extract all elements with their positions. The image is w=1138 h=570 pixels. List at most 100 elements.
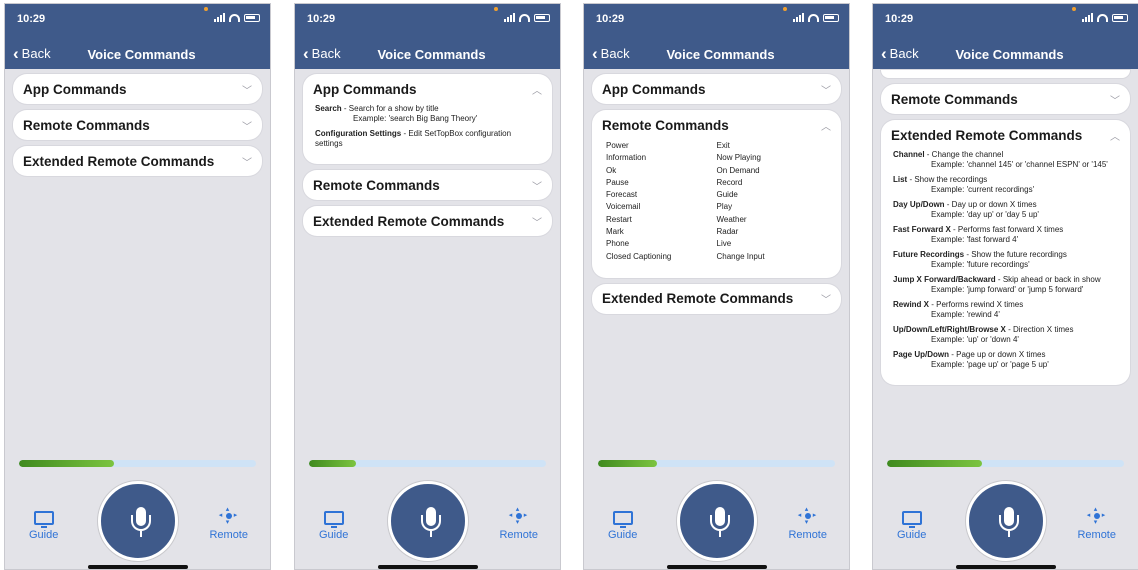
section-header-extended[interactable]: Extended Remote Commands ﹀	[13, 146, 262, 176]
tv-icon	[33, 511, 54, 528]
microphone-button[interactable]	[676, 481, 757, 561]
tab-remote[interactable]: ▴ ▾ ◂ ▸ Remote	[788, 506, 827, 541]
signal-icon	[504, 13, 515, 22]
status-bar: 10:29	[295, 4, 560, 34]
command-entry: Day Up/Down - Day up or down X times Exam…	[893, 200, 1118, 220]
tab-guide-label: Guide	[608, 529, 638, 541]
section-header-remote[interactable]: Remote Commands ﹀	[303, 170, 552, 200]
section-header-extended[interactable]: Extended Remote Commands ﹀	[303, 206, 552, 236]
command-list: App Commands ﹀ Remote Commands ﹀ Extended Re…	[13, 74, 262, 182]
remote-command-item: Live	[716, 239, 732, 249]
command-entry: Rewind X - Performs rewind X times Exampl…	[893, 300, 1118, 320]
battery-icon	[823, 13, 839, 22]
phone-screen-2: 10:29 ‹ Back Voice Commands App Commands…	[294, 3, 561, 570]
nav-bar: ‹ Back Voice Commands	[295, 34, 560, 69]
app-header: 10:29 ‹ Back Voice Commands	[584, 4, 849, 69]
home-indicator	[955, 565, 1056, 569]
section-extended: Extended Remote Commands ﹀	[303, 206, 552, 236]
section-body-remote: Power Exit Information Now Playing Ok On Dema…	[592, 140, 841, 278]
command-name: Search	[315, 104, 342, 113]
home-indicator	[666, 565, 767, 569]
status-bar: 10:29	[873, 4, 1138, 34]
remote-command-item: Mark	[606, 227, 624, 237]
privacy-indicator-icon	[783, 7, 787, 11]
nav-bar: ‹ Back Voice Commands	[873, 34, 1138, 69]
tab-remote[interactable]: ▴ ▾ ◂ ▸ Remote	[499, 506, 538, 541]
remote-command-item: Exit	[716, 141, 730, 150]
tab-guide[interactable]: Guide	[319, 511, 348, 541]
command-line: Search - Search for a show by title	[315, 104, 540, 114]
section-header-app[interactable]: App Commands ﹀	[592, 74, 841, 104]
command-description: - Show the recordings	[907, 175, 988, 184]
section-header-extended[interactable]: Extended Remote Commands ︿	[881, 120, 1130, 150]
remote-command-item: Restart	[606, 214, 632, 224]
section-header-remote[interactable]: Remote Commands ﹀	[881, 84, 1130, 114]
app-header: 10:29 ‹ Back Voice Commands	[873, 4, 1138, 69]
section-header-remote[interactable]: Remote Commands ﹀	[13, 110, 262, 140]
command-example: Example: 'day up' or 'day 5 up'	[931, 210, 1039, 219]
section-header-extended[interactable]: Extended Remote Commands ﹀	[592, 284, 841, 314]
command-line: Up/Down/Left/Right/Browse X - Direction …	[893, 325, 1118, 335]
tab-remote[interactable]: ▴ ▾ ◂ ▸ Remote	[209, 506, 248, 541]
section-header-app[interactable]: App Commands ︿	[303, 74, 552, 104]
chevron-down-icon: ﹀	[821, 85, 831, 97]
battery-icon	[534, 13, 550, 22]
command-line: Page Up/Down - Page up or down X times	[893, 350, 1118, 360]
dpad-icon: ▴ ▾ ◂ ▸	[218, 506, 238, 526]
command-line: Rewind X - Performs rewind X times	[893, 300, 1118, 310]
page-title: Voice Commands	[955, 47, 1064, 62]
home-indicator	[87, 565, 188, 569]
section-body-extended_commands: Channel - Change the channel Example: 'ch…	[881, 150, 1130, 385]
chevron-up-icon: ︿	[532, 85, 542, 97]
signal-icon	[214, 13, 225, 22]
command-description: - Day up or down X times	[944, 200, 1037, 209]
tab-guide[interactable]: Guide	[608, 511, 637, 541]
microphone-button[interactable]	[97, 481, 178, 561]
command-line: Day Up/Down - Day up or down X times	[893, 200, 1118, 210]
command-line: Future Recordings - Show the future reco…	[893, 250, 1118, 260]
tab-guide[interactable]: Guide	[897, 511, 926, 541]
remote-command-item: Weather	[716, 214, 747, 224]
command-example: Example: 'jump forward' or 'jump 5 forwa…	[931, 285, 1084, 294]
tv-icon	[901, 511, 922, 528]
command-name: Jump X Forward/Backward	[893, 275, 996, 284]
command-name: Fast Forward X	[893, 225, 951, 234]
scrolled-section-edge	[881, 70, 1130, 78]
section-extended: Extended Remote Commands ︿ Channel - Chang…	[881, 120, 1130, 385]
section-title-extended: Extended Remote Commands	[602, 291, 794, 307]
bottom-bar: Guide ▴ ▾ ◂ ▸ Remote	[873, 464, 1138, 569]
command-example: Example: 'fast forward 4'	[931, 235, 1019, 244]
tab-remote-label: Remote	[788, 529, 827, 541]
section-title-remote: Remote Commands	[23, 117, 150, 133]
dpad-icon: ▴ ▾ ◂ ▸	[797, 506, 817, 526]
command-entry: Channel - Change the channel Example: 'ch…	[893, 150, 1118, 170]
command-list: App Commands ﹀ Remote Commands ︿ Power Exit In…	[592, 74, 841, 320]
command-line: Jump X Forward/Backward - Skip ahead or …	[893, 275, 1118, 285]
tab-remote[interactable]: ▴ ▾ ◂ ▸ Remote	[1077, 506, 1116, 541]
remote-command-item: Radar	[716, 227, 739, 237]
bottom-bar: Guide ▴ ▾ ◂ ▸ Remote	[5, 464, 270, 569]
section-title-extended: Extended Remote Commands	[313, 213, 505, 229]
command-entry: Up/Down/Left/Right/Browse X - Direction …	[893, 325, 1118, 345]
section-header-app[interactable]: App Commands ﹀	[13, 74, 262, 104]
tab-guide[interactable]: Guide	[29, 511, 58, 541]
command-example: Example: 'future recordings'	[931, 260, 1030, 269]
section-header-remote[interactable]: Remote Commands ︿	[592, 110, 841, 140]
remote-command-item: Power	[606, 141, 629, 150]
microphone-button[interactable]	[965, 481, 1046, 561]
nav-bar: ‹ Back Voice Commands	[5, 34, 270, 69]
remote-command-item: Closed Captioning	[606, 251, 672, 261]
signal-icon	[793, 13, 804, 22]
section-extended: Extended Remote Commands ﹀	[13, 146, 262, 176]
chevron-down-icon: ﹀	[532, 181, 542, 193]
microphone-button[interactable]	[387, 481, 468, 561]
tv-icon	[612, 511, 633, 528]
command-entry: Fast Forward X - Performs fast forward X…	[893, 225, 1118, 245]
tab-remote-label: Remote	[1077, 529, 1116, 541]
chevron-down-icon: ﹀	[532, 217, 542, 229]
command-name: Rewind X	[893, 300, 930, 309]
app-header: 10:29 ‹ Back Voice Commands	[295, 4, 560, 69]
remote-command-item: Ok	[606, 165, 617, 175]
phone-screen-3: 10:29 ‹ Back Voice Commands App Commands…	[583, 3, 850, 570]
chevron-up-icon: ︿	[821, 121, 831, 133]
